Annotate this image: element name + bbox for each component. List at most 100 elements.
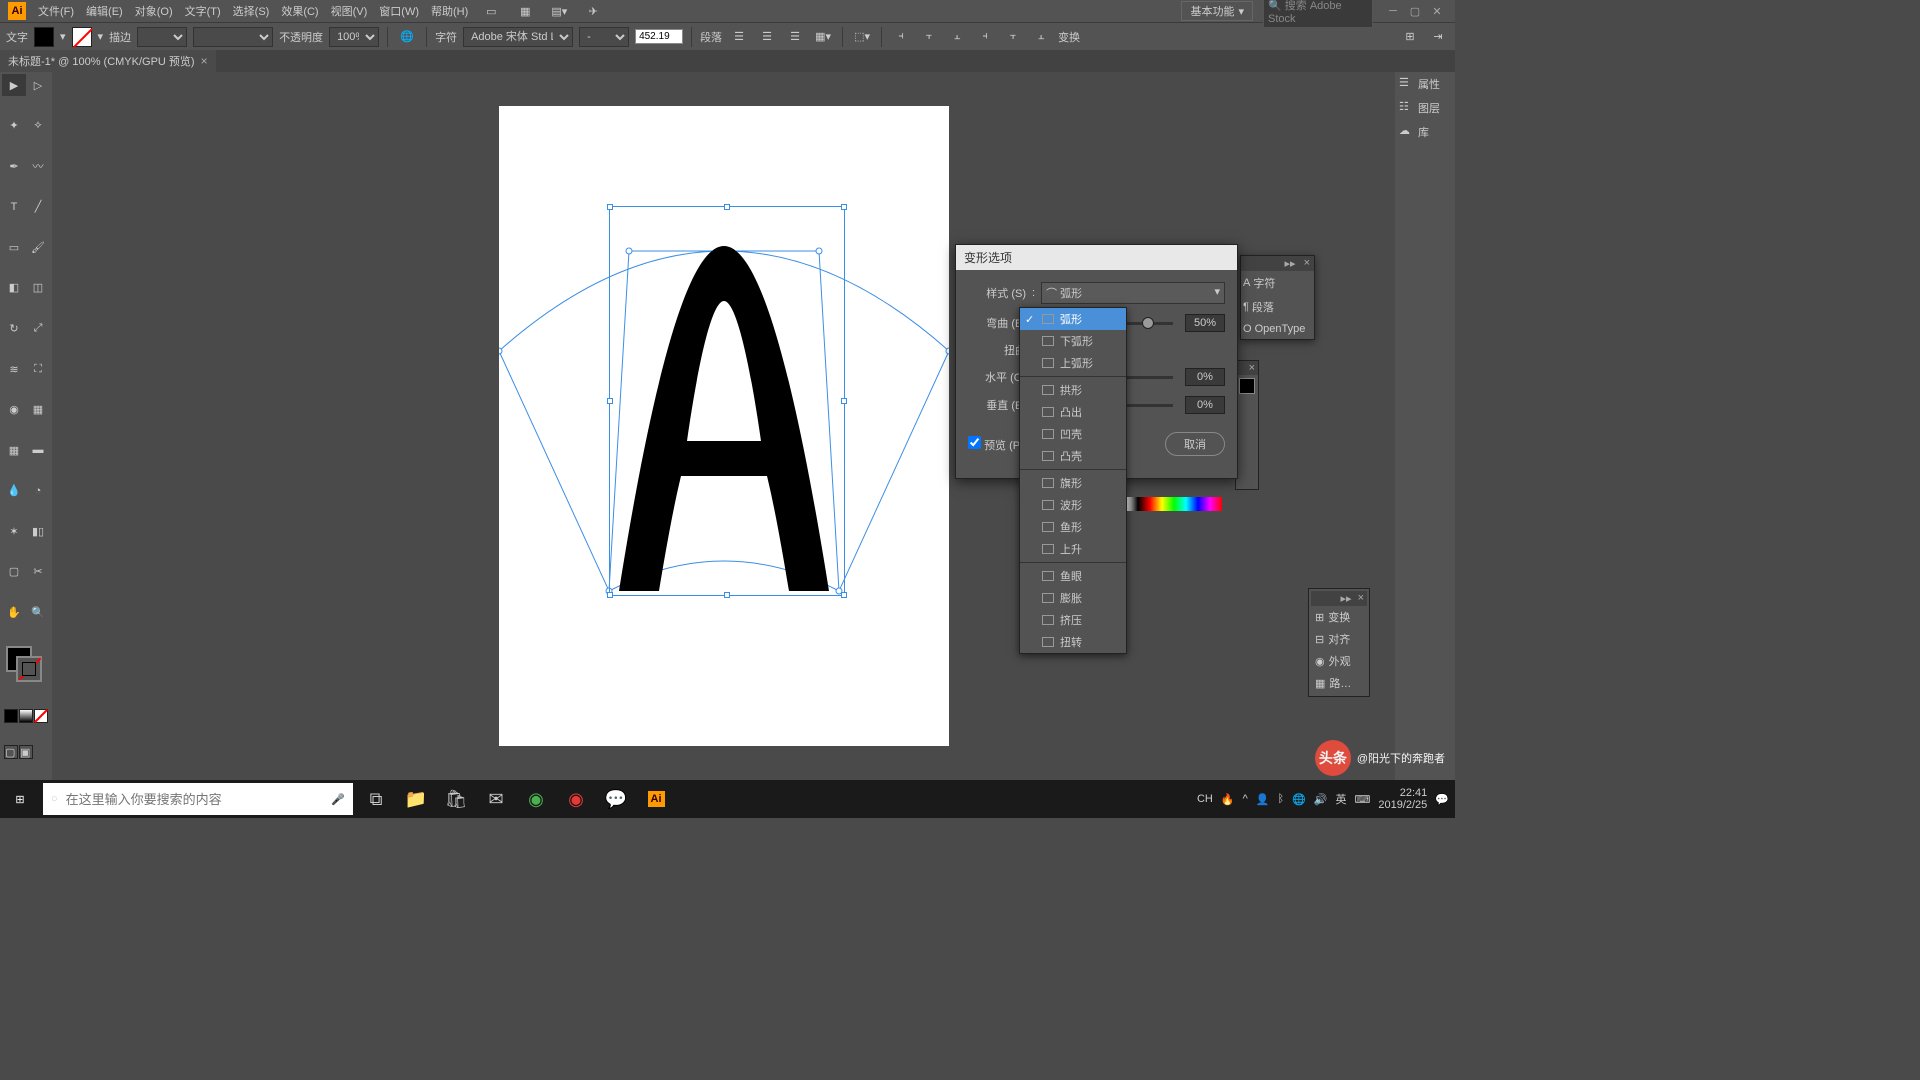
align-obj-5[interactable]: ⫟ (1002, 26, 1024, 48)
panel-collapse-icon[interactable]: ⇥ (1427, 26, 1449, 48)
rotate-tool[interactable]: ↻ (2, 317, 26, 339)
blend-tool[interactable]: ◔ (26, 480, 50, 502)
free-transform-tool[interactable]: ⛶ (26, 358, 50, 380)
transform-tab[interactable]: ⊞变换 (1311, 606, 1367, 628)
align-obj-4[interactable]: ⫞ (974, 26, 996, 48)
menu-file[interactable]: 文件(F) (38, 3, 74, 19)
menu-help[interactable]: 帮助(H) (431, 3, 468, 19)
symbol-tool[interactable]: ✶ (2, 520, 26, 542)
dd-item-arch[interactable]: 拱形 (1020, 379, 1126, 401)
search-stock[interactable]: 🔍 搜索 Adobe Stock (1263, 0, 1373, 28)
zoom-tool[interactable]: 🔍 (26, 602, 50, 624)
document-tab[interactable]: 未标题-1* @ 100% (CMYK/GPU 预览) × (0, 50, 216, 72)
mesh-tool[interactable]: ▦ (2, 439, 26, 461)
menu-view[interactable]: 视图(V) (331, 3, 368, 19)
fill-stroke-control[interactable] (2, 646, 50, 686)
opacity-input[interactable]: 100% (329, 27, 379, 47)
maximize-button[interactable]: ▢ (1405, 4, 1425, 18)
workspace-selector[interactable]: 基本功能▾ (1181, 1, 1253, 21)
gpu-icon[interactable]: ▤▾ (548, 0, 570, 22)
more-para-icon[interactable]: ▦▾ (812, 26, 834, 48)
slice-tool[interactable]: ✂ (26, 561, 50, 583)
tray-up-icon[interactable]: ^ (1243, 793, 1248, 805)
direct-selection-tool[interactable]: ▷ (26, 74, 50, 96)
notification-icon[interactable]: 💬 (1435, 793, 1449, 806)
handle-tc[interactable] (724, 204, 730, 210)
menu-window[interactable]: 窗口(W) (379, 3, 419, 19)
panel-close-icon[interactable]: × (1300, 256, 1314, 271)
tray-icon-1[interactable]: 🔥 (1221, 793, 1235, 806)
color-panel[interactable]: × (1235, 360, 1259, 490)
handle-tl[interactable] (607, 204, 613, 210)
para-tab[interactable]: ¶ 段落 (1241, 295, 1297, 319)
dd-item-bulge[interactable]: 凸出 (1020, 401, 1126, 423)
screen-mode-2[interactable]: ▣ (19, 745, 33, 759)
style-select[interactable]: ⌒ 弧形▾ (1041, 282, 1225, 304)
panel-close-icon[interactable]: × (1246, 361, 1258, 375)
doc-icon[interactable]: ▭ (480, 0, 502, 22)
dd-item-arcupper[interactable]: 上弧形 (1020, 352, 1126, 374)
search-input[interactable] (66, 792, 324, 807)
brush-select[interactable] (193, 27, 273, 47)
handle-tr[interactable] (841, 204, 847, 210)
panel-menu-icon[interactable]: ▸▸ (1338, 591, 1355, 606)
cancel-button[interactable]: 取消 (1165, 432, 1225, 456)
dd-item-squeeze[interactable]: 挤压 (1020, 609, 1126, 631)
hand-tool[interactable]: ✋ (2, 602, 26, 624)
ime-indicator[interactable]: CH (1197, 793, 1213, 805)
dd-item-arclower[interactable]: 下弧形 (1020, 330, 1126, 352)
fill-swatch[interactable] (34, 27, 54, 47)
mic-icon[interactable]: 🎤 (331, 793, 345, 806)
explorer-icon[interactable]: 📁 (396, 780, 436, 818)
artboard-tool[interactable]: ▢ (2, 561, 26, 583)
color-swatch[interactable] (1239, 378, 1255, 394)
wechat-icon[interactable]: 💬 (596, 780, 636, 818)
curvature-tool[interactable]: 〰 (26, 155, 50, 177)
menu-type[interactable]: 文字(T) (185, 3, 221, 19)
selection-tool[interactable]: ▶ (2, 74, 26, 96)
dock-libraries[interactable]: ☁库 (1397, 120, 1453, 144)
handle-ml[interactable] (607, 398, 613, 404)
align-tab[interactable]: ⊟对齐 (1311, 628, 1367, 650)
task-view-icon[interactable]: ⧉ (356, 780, 396, 818)
dd-item-fisheye[interactable]: 鱼眼 (1020, 565, 1126, 587)
align-left-icon[interactable]: ☰ (728, 26, 750, 48)
align-obj-3[interactable]: ⫠ (946, 26, 968, 48)
panel-menu-icon[interactable]: ▸▸ (1281, 256, 1300, 271)
font-size[interactable] (635, 29, 683, 44)
menu-object[interactable]: 对象(O) (135, 3, 173, 19)
tray-bluetooth-icon[interactable]: ᛒ (1277, 793, 1284, 805)
color-mode-gradient[interactable] (19, 709, 33, 723)
eraser-tool[interactable]: ◫ (26, 277, 50, 299)
dd-item-twist[interactable]: 扭转 (1020, 631, 1126, 653)
arrange-icon[interactable]: ▦ (514, 0, 536, 22)
stroke-swatch[interactable] (72, 27, 92, 47)
dd-item-flag[interactable]: 旗形 (1020, 472, 1126, 494)
mail-icon[interactable]: ✉ (476, 780, 516, 818)
tray-people-icon[interactable]: 👤 (1256, 793, 1270, 806)
dd-item-arc[interactable]: ✓弧形 (1020, 308, 1126, 330)
illustrator-icon[interactable]: Ai (636, 780, 676, 818)
menu-edit[interactable]: 编辑(E) (86, 3, 123, 19)
chevron-down-icon[interactable]: ▾ (98, 30, 104, 43)
handle-bc[interactable] (724, 592, 730, 598)
store-icon[interactable]: 🛍 (436, 780, 476, 818)
start-button[interactable]: ⊞ (0, 780, 40, 818)
paintbrush-tool[interactable]: 🖌 (26, 236, 50, 258)
h-value[interactable]: 0% (1185, 368, 1225, 386)
dd-item-wave[interactable]: 波形 (1020, 494, 1126, 516)
type-tool[interactable]: T (2, 196, 26, 218)
screen-mode[interactable]: ▢ (4, 745, 18, 759)
dock-properties[interactable]: ☰属性 (1397, 72, 1453, 96)
width-tool[interactable]: ≋ (2, 358, 26, 380)
char-tab[interactable]: A 字符 (1241, 271, 1297, 295)
align-right-icon[interactable]: ☰ (784, 26, 806, 48)
dd-item-shelllower[interactable]: 凹壳 (1020, 423, 1126, 445)
align-center-icon[interactable]: ☰ (756, 26, 778, 48)
dd-item-inflate[interactable]: 膨胀 (1020, 587, 1126, 609)
transform-label[interactable]: 变换 (1058, 29, 1080, 45)
dock-layers[interactable]: ☷图层 (1397, 96, 1453, 120)
appearance-tab[interactable]: ◉外观 (1311, 650, 1367, 672)
clock-time[interactable]: 22:41 (1378, 787, 1427, 799)
spectrum[interactable] (1126, 497, 1222, 511)
